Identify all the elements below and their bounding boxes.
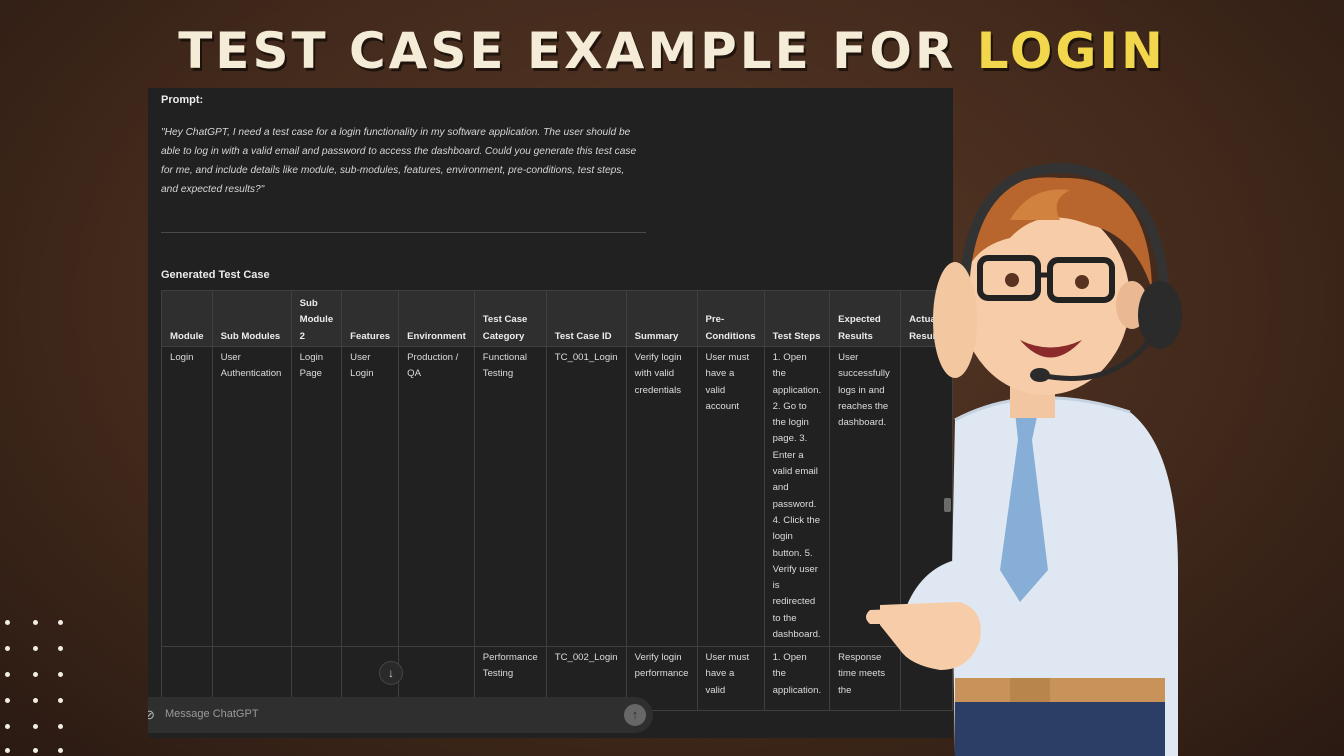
header-cell: Test Steps bbox=[763, 290, 831, 347]
cartoon-tester-illustration bbox=[866, 162, 1182, 756]
header-cell: Sub Module 2 bbox=[290, 290, 343, 347]
header-cell: Sub Modules bbox=[211, 290, 292, 347]
arrow-down-icon: ↓ bbox=[388, 666, 394, 680]
header-cell: Pre-Conditions bbox=[696, 290, 765, 347]
table-cell: TC_001_Login bbox=[545, 346, 627, 647]
header-cell: Environment bbox=[398, 290, 475, 347]
table-cell: User must have a valid account bbox=[696, 346, 765, 647]
table-cell: Production / QA bbox=[398, 346, 475, 647]
message-input[interactable]: Message ChatGPT bbox=[165, 708, 259, 720]
divider bbox=[161, 232, 646, 233]
table-row: Login User Authentication Login Page Use… bbox=[161, 346, 953, 647]
table-cell: 1. Open the application. 2. Go to the lo… bbox=[763, 346, 831, 647]
prompt-label: Prompt: bbox=[161, 94, 204, 106]
table-cell: User Authentication bbox=[211, 346, 292, 647]
header-cell: Module bbox=[161, 290, 213, 347]
header-cell: Summary bbox=[625, 290, 698, 347]
prompt-text: "Hey ChatGPT, I need a test case for a l… bbox=[161, 127, 637, 195]
scroll-down-button[interactable]: ↓ bbox=[379, 661, 403, 685]
header-cell: Test Case Category bbox=[473, 290, 547, 347]
table-cell: User must have a valid bbox=[696, 646, 765, 711]
table-header-row: Module Sub Modules Sub Module 2 Features… bbox=[161, 290, 953, 347]
paperclip-icon[interactable]: ⊘ bbox=[148, 707, 155, 723]
table-cell: Functional Testing bbox=[473, 346, 547, 647]
header-cell: Features bbox=[341, 290, 400, 347]
header-cell: Test Case ID bbox=[545, 290, 627, 347]
message-composer[interactable]: ⊘ Message ChatGPT ↑ bbox=[148, 697, 653, 733]
table-cell: User Login bbox=[341, 346, 400, 647]
table-cell: Login Page bbox=[290, 346, 343, 647]
table-cell: Verify login with valid credentials bbox=[625, 346, 698, 647]
test-case-table: Module Sub Modules Sub Module 2 Features… bbox=[161, 290, 953, 711]
headline-part-white: TEST CASE EXAMPLE FOR bbox=[178, 22, 977, 80]
table-cell: 1. Open the application. bbox=[763, 646, 831, 711]
section-title: Generated Test Case bbox=[161, 269, 270, 281]
send-button[interactable]: ↑ bbox=[624, 704, 646, 726]
chat-window: Prompt: "Hey ChatGPT, I need a test case… bbox=[148, 88, 953, 738]
table-cell: Login bbox=[161, 346, 213, 647]
arrow-up-icon: ↑ bbox=[631, 707, 639, 722]
